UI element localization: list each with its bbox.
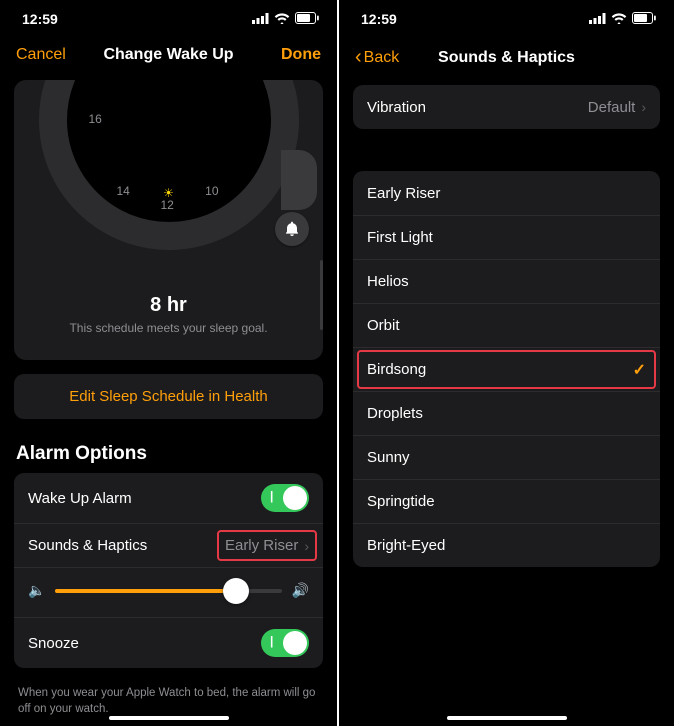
sleep-goal-subtitle: This schedule meets your sleep goal. — [14, 321, 323, 335]
sounds-haptics-label: Sounds & Haptics — [28, 537, 225, 554]
wake-bell-handle[interactable] — [275, 212, 309, 246]
sound-option[interactable]: Droplets — [353, 391, 660, 435]
checkmark-icon: ✓ — [633, 360, 646, 380]
edit-schedule-button[interactable]: Edit Sleep Schedule in Health — [14, 374, 323, 419]
volume-low-icon: 🔈 — [28, 582, 45, 599]
nav-title: Change Wake Up — [86, 46, 251, 64]
home-indicator[interactable] — [109, 716, 229, 720]
sound-option-label: First Light — [367, 229, 646, 246]
nav-title: Sounds & Haptics — [425, 49, 588, 67]
vibration-value: Default — [588, 99, 636, 116]
chevron-left-icon: ‹ — [355, 46, 362, 69]
sound-option-label: Droplets — [367, 405, 646, 422]
wake-up-alarm-label: Wake Up Alarm — [28, 490, 261, 507]
back-label: Back — [364, 49, 400, 67]
content-right: Vibration Default › Early Riser First Lig… — [339, 85, 674, 567]
done-button[interactable]: Done — [251, 46, 321, 64]
sound-option[interactable]: Helios — [353, 259, 660, 303]
volume-row: 🔈 🔊 — [14, 567, 323, 617]
sound-option[interactable]: Birdsong✓ — [353, 347, 660, 391]
dial-num-10: 10 — [205, 184, 218, 198]
dial-num-14: 14 — [117, 184, 130, 198]
sound-option-label: Bright-Eyed — [367, 537, 646, 554]
dial-num-12: 12 — [161, 198, 174, 212]
sleep-duration: 8 hr — [14, 294, 323, 317]
sound-option[interactable]: Sunny — [353, 435, 660, 479]
nav-bar: Cancel Change Wake Up Done — [0, 34, 337, 80]
volume-high-icon: 🔊 — [292, 582, 309, 599]
sound-option[interactable]: Orbit — [353, 303, 660, 347]
sounds-list: Early Riser First Light Helios Orbit Birdson… — [353, 171, 660, 567]
alarm-footnote: When you wear your Apple Watch to bed, t… — [14, 680, 323, 717]
vibration-group: Vibration Default › — [353, 85, 660, 129]
status-icons — [589, 11, 656, 27]
sound-option-label: Sunny — [367, 449, 646, 466]
snooze-toggle[interactable] — [261, 629, 309, 657]
alarm-options-header: Alarm Options — [16, 443, 321, 465]
status-time: 12:59 — [361, 11, 397, 27]
wake-up-alarm-row[interactable]: Wake Up Alarm — [14, 473, 323, 523]
vibration-label: Vibration — [367, 99, 588, 116]
nav-bar: ‹ Back Sounds & Haptics — [339, 34, 674, 85]
sounds-haptics-row[interactable]: Sounds & Haptics Early Riser › — [14, 523, 323, 567]
chevron-right-icon: › — [304, 538, 309, 554]
status-bar: 12:59 — [339, 0, 674, 34]
sound-option[interactable]: Springtide — [353, 479, 660, 523]
sun-icon: ☀︎ — [163, 186, 174, 200]
sleep-dial-card: 20 22 18 6 16 14 12 10 ☀︎ 8 hr This — [14, 80, 323, 360]
battery-icon — [632, 11, 656, 27]
sound-option-label: Early Riser — [367, 185, 646, 202]
sound-option[interactable]: Early Riser — [353, 171, 660, 215]
volume-slider[interactable] — [55, 589, 281, 593]
volume-slider-thumb[interactable] — [223, 578, 249, 604]
sound-option-label: Orbit — [367, 317, 646, 334]
home-indicator[interactable] — [447, 716, 567, 720]
cancel-button[interactable]: Cancel — [16, 46, 86, 64]
phone-left: 12:59 Cancel Change Wake Up Done 20 22 1… — [0, 0, 337, 726]
signal-icon — [252, 11, 269, 27]
status-time: 12:59 — [22, 11, 58, 27]
dial-arc-handle[interactable] — [281, 150, 317, 210]
wifi-icon — [274, 11, 290, 27]
content-left: 20 22 18 6 16 14 12 10 ☀︎ 8 hr This — [0, 80, 337, 717]
sounds-haptics-value: Early Riser — [225, 537, 298, 554]
sound-option-label: Birdsong — [367, 361, 633, 378]
sound-option-label: Springtide — [367, 493, 646, 510]
battery-icon — [295, 11, 319, 27]
dial-num-16: 16 — [89, 112, 102, 126]
sleep-dial[interactable]: 20 22 18 6 16 14 12 10 ☀︎ — [39, 80, 299, 250]
status-icons — [252, 11, 319, 27]
vibration-row[interactable]: Vibration Default › — [353, 85, 660, 129]
wake-up-alarm-toggle[interactable] — [261, 484, 309, 512]
alarm-options-group: Wake Up Alarm Sounds & Haptics Early Ris… — [14, 473, 323, 668]
sound-option-label: Helios — [367, 273, 646, 290]
phone-right: 12:59 ‹ Back Sounds & Haptics Vibration … — [337, 0, 674, 726]
back-button[interactable]: ‹ Back — [355, 46, 425, 69]
sound-option[interactable]: Bright-Eyed — [353, 523, 660, 567]
snooze-label: Snooze — [28, 635, 261, 652]
signal-icon — [589, 11, 606, 27]
snooze-row[interactable]: Snooze — [14, 617, 323, 668]
status-bar: 12:59 — [0, 0, 337, 34]
chevron-right-icon: › — [641, 99, 646, 115]
sound-option[interactable]: First Light — [353, 215, 660, 259]
wifi-icon — [611, 11, 627, 27]
